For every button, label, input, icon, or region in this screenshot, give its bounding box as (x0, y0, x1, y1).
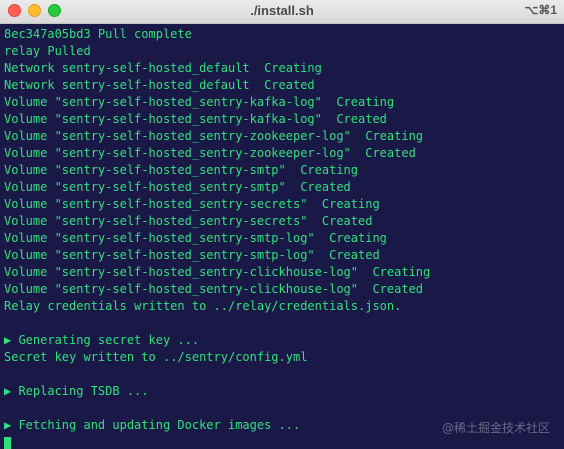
terminal-line: Secret key written to ../sentry/config.y… (4, 350, 308, 364)
terminal-line: 8ec347a05bd3 Pull complete (4, 27, 192, 41)
terminal-line: Volume "sentry-self-hosted_sentry-clickh… (4, 265, 431, 279)
terminal-line: Volume "sentry-self-hosted_sentry-smtp" … (4, 180, 351, 194)
terminal-output[interactable]: 8ec347a05bd3 Pull complete relay Pulled Ne… (4, 26, 564, 449)
title-bar[interactable]: ./install.sh ⌥⌘1 (0, 0, 564, 24)
terminal-line: Network sentry-self-hosted_default Creat… (4, 78, 315, 92)
terminal-line: Volume "sentry-self-hosted_sentry-zookee… (4, 146, 416, 160)
terminal-line: Volume "sentry-self-hosted_sentry-zookee… (4, 129, 424, 143)
terminal-line: Network sentry-self-hosted_default Creat… (4, 61, 322, 75)
terminal-line: Volume "sentry-self-hosted_sentry-smtp-l… (4, 231, 387, 245)
window-title: ./install.sh (250, 3, 314, 18)
terminal-line: Volume "sentry-self-hosted_sentry-smtp-l… (4, 248, 380, 262)
terminal-line: Volume "sentry-self-hosted_sentry-clickh… (4, 282, 424, 296)
terminal-window: ./install.sh ⌥⌘1 8ec347a05bd3 Pull compl… (0, 0, 564, 449)
terminal-line: Volume "sentry-self-hosted_sentry-smtp" … (4, 163, 359, 177)
tab-shortcut-label: ⌥⌘1 (524, 3, 557, 17)
terminal-line: Volume "sentry-self-hosted_sentry-kafka-… (4, 95, 395, 109)
watermark: @稀土掘金技术社区 (441, 421, 550, 435)
terminal-line: ▶ Replacing TSDB ... (4, 384, 149, 398)
cursor (4, 436, 11, 449)
terminal-line: Volume "sentry-self-hosted_sentry-secret… (4, 214, 373, 228)
terminal-line: Volume "sentry-self-hosted_sentry-secret… (4, 197, 380, 211)
terminal-prompt-line[interactable] (4, 434, 564, 449)
terminal-line: relay Pulled (4, 44, 91, 58)
terminal-line: ▶ Generating secret key ... (4, 333, 200, 347)
terminal-line: Volume "sentry-self-hosted_sentry-kafka-… (4, 112, 387, 126)
terminal-line: Relay credentials written to ../relay/cr… (4, 299, 402, 313)
